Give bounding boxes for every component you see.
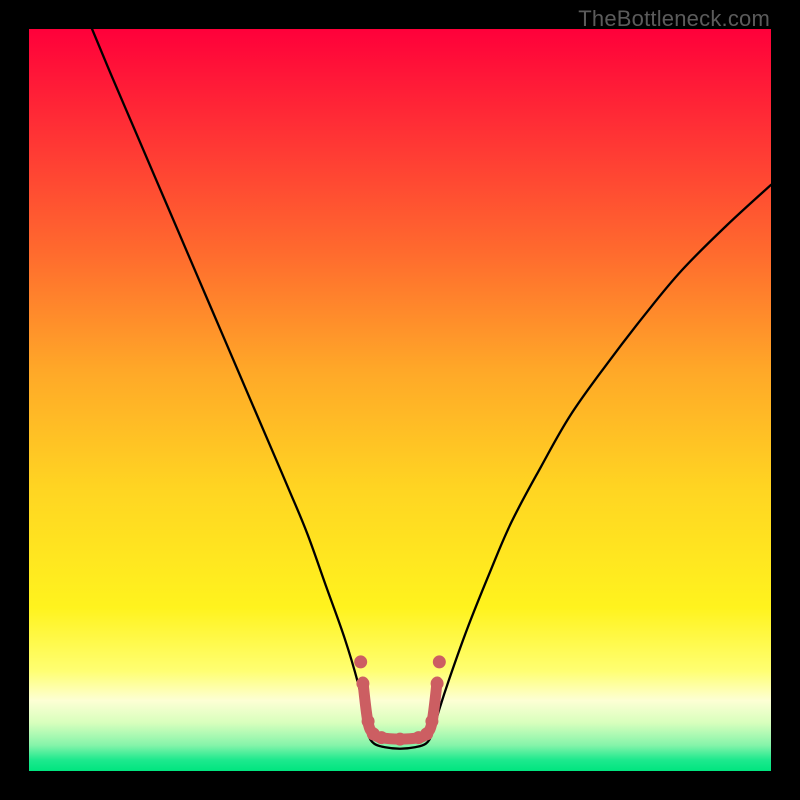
plot-area — [29, 29, 771, 771]
marker-dot — [354, 655, 367, 668]
marker-dot — [433, 655, 446, 668]
chart-frame: TheBottleneck.com — [0, 0, 800, 800]
marker-dot — [375, 731, 388, 744]
marker-dot — [362, 715, 375, 728]
marker-dot — [431, 677, 444, 690]
marker-dot — [420, 727, 433, 740]
chart-svg — [29, 29, 771, 771]
marker-dot — [394, 733, 407, 746]
marker-dot — [356, 677, 369, 690]
marker-dot — [425, 715, 438, 728]
